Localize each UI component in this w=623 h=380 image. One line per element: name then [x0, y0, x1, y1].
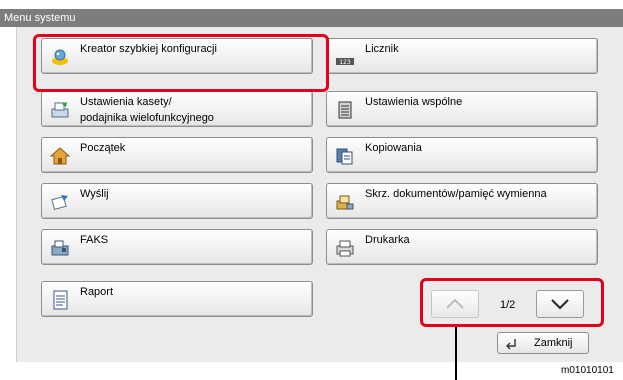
fax-icon — [51, 240, 69, 256]
highlight-frame-pagination — [420, 278, 604, 327]
send-label: Wyślij — [80, 188, 109, 200]
home-button[interactable]: Początek — [41, 137, 313, 173]
common-settings-button[interactable]: Ustawienia wspólne — [326, 91, 598, 127]
report-button[interactable]: Raport — [41, 281, 313, 317]
counter-icon-text: 123 — [339, 59, 351, 66]
common-settings-label: Ustawienia wspólne — [365, 96, 463, 108]
report-icon — [53, 290, 68, 310]
send-button[interactable]: Wyślij — [41, 183, 313, 219]
cassette-settings-label-line2: podajnika wielofunkcyjnego — [80, 112, 214, 124]
fax-label: FAKS — [80, 234, 109, 246]
return-arrow-icon — [506, 339, 516, 350]
printer-icon — [336, 240, 354, 257]
close-button[interactable]: Zamknij — [497, 332, 589, 354]
document-box-label: Skrz. dokumentów/pamięć wymienna — [365, 188, 547, 200]
counter-button[interactable]: 123 Licznik — [326, 38, 598, 74]
cassette-settings-label-line1: Ustawienia kasety/ — [80, 96, 172, 108]
figure-code: m01010101 — [561, 365, 614, 376]
copy-label: Kopiowania — [365, 142, 422, 154]
cassette-mp-tray-settings-button[interactable]: Ustawienia kasety/ podajnika wielofunkcy… — [41, 91, 313, 127]
send-icon — [51, 195, 68, 210]
home-label: Początek — [80, 142, 126, 154]
copy-icon — [336, 148, 353, 165]
printer-button[interactable]: Drukarka — [326, 229, 598, 265]
report-label: Raport — [80, 286, 114, 298]
document-box-button[interactable]: Skrz. dokumentów/pamięć wymienna — [326, 183, 598, 219]
fax-button[interactable]: FAKS — [41, 229, 313, 265]
paper-tray-icon — [51, 102, 69, 118]
printer-label: Drukarka — [365, 234, 410, 246]
close-label: Zamknij — [534, 337, 573, 349]
counter-icon: 123 — [336, 58, 354, 66]
highlight-frame-quick-setup — [33, 34, 329, 92]
counter-label: Licznik — [365, 43, 399, 55]
document-box-icon — [336, 195, 354, 210]
home-icon — [50, 147, 70, 165]
window-title-bar: Menu systemu — [0, 9, 623, 27]
callout-pointer-line — [455, 327, 457, 380]
window-title: Menu systemu — [4, 12, 76, 24]
copy-button[interactable]: Kopiowania — [326, 137, 598, 173]
common-settings-icon — [338, 101, 352, 119]
